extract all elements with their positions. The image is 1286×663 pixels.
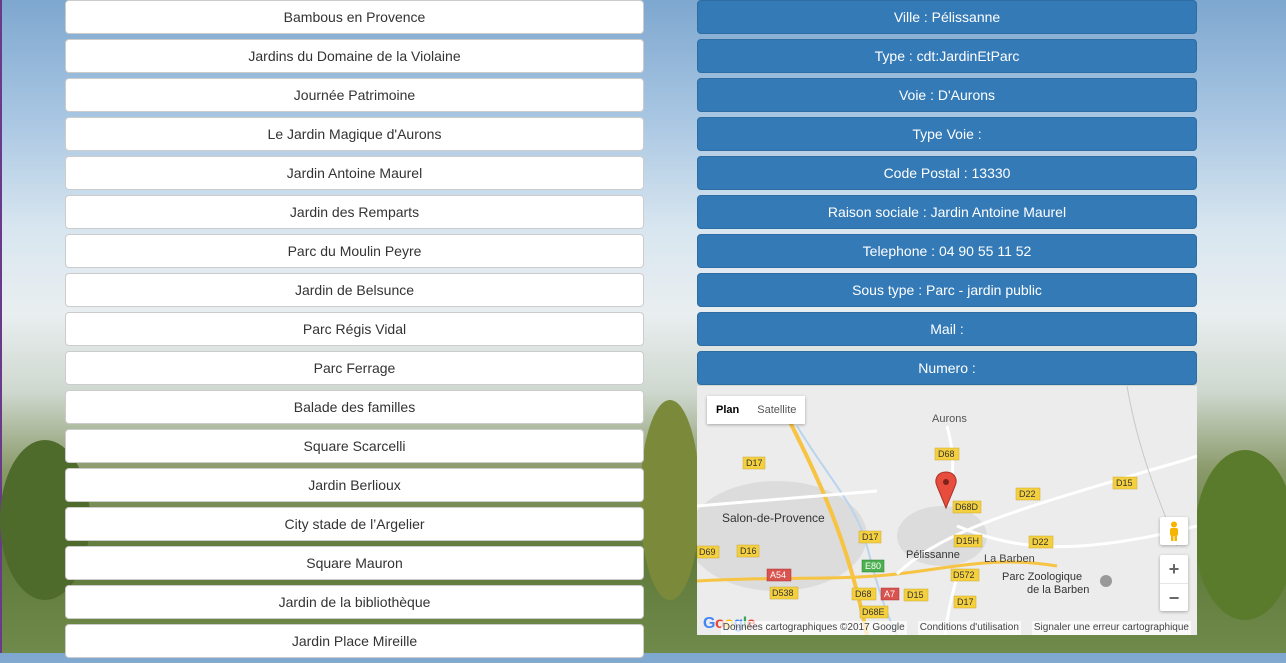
road-label: D17 bbox=[862, 532, 879, 542]
map-report-error-link[interactable]: Signaler une erreur cartographique bbox=[1031, 621, 1191, 635]
zoom-in-button[interactable]: + bbox=[1160, 555, 1188, 583]
road-label: E80 bbox=[865, 561, 881, 571]
road-label: D68 bbox=[938, 449, 955, 459]
garden-item[interactable]: Balade des familles bbox=[65, 390, 644, 424]
garden-item[interactable]: Bambous en Provence bbox=[65, 0, 644, 34]
road-label: D15 bbox=[1116, 478, 1133, 488]
garden-item[interactable]: Jardin de Belsunce bbox=[65, 273, 644, 307]
garden-item[interactable]: Jardin de la bibliothèque bbox=[65, 585, 644, 619]
garden-list: Bambous en Provence Jardins du Domaine d… bbox=[65, 0, 644, 663]
garden-item[interactable]: Parc du Moulin Peyre bbox=[65, 234, 644, 268]
map[interactable]: Aurons Salon-de-Provence Pélissanne La B… bbox=[697, 386, 1197, 635]
map-type-toggle: Plan Satellite bbox=[707, 396, 806, 424]
place-label: de la Barben bbox=[1027, 584, 1089, 596]
road-label: D538 bbox=[772, 588, 794, 598]
road-label: D68 bbox=[855, 589, 872, 599]
zoo-icon bbox=[1100, 575, 1112, 587]
background-tree bbox=[640, 400, 700, 600]
map-terms-link[interactable]: Conditions d'utilisation bbox=[917, 621, 1021, 635]
road-label: D16 bbox=[740, 546, 757, 556]
place-label: Salon-de-Provence bbox=[722, 511, 825, 525]
road-label: A7 bbox=[884, 589, 895, 599]
detail-number[interactable]: Numero : bbox=[697, 351, 1197, 385]
place-label: Pélissanne bbox=[906, 549, 960, 561]
detail-telephone[interactable]: Telephone : 04 90 55 11 52 bbox=[697, 234, 1197, 268]
road-label: D572 bbox=[953, 570, 975, 580]
garden-item[interactable]: Journée Patrimoine bbox=[65, 78, 644, 112]
street-view-pegman-icon[interactable] bbox=[1160, 517, 1188, 545]
garden-item[interactable]: Jardin Berlioux bbox=[65, 468, 644, 502]
background-tree bbox=[1195, 450, 1286, 620]
detail-street-type[interactable]: Type Voie : bbox=[697, 117, 1197, 151]
map-data-attribution: Données cartographiques ©2017 Google bbox=[720, 621, 907, 635]
garden-item[interactable]: City stade de l’Argelier bbox=[65, 507, 644, 541]
detail-city[interactable]: Ville : Pélissanne bbox=[697, 0, 1197, 34]
road-label: D15H bbox=[956, 536, 979, 546]
garden-item[interactable]: Jardin des Remparts bbox=[65, 195, 644, 229]
detail-type[interactable]: Type : cdt:JardinEtParc bbox=[697, 39, 1197, 73]
detail-street[interactable]: Voie : D'Aurons bbox=[697, 78, 1197, 112]
garden-item[interactable]: Square Mauron bbox=[65, 546, 644, 580]
zoom-out-button[interactable]: − bbox=[1160, 583, 1188, 612]
map-type-plan[interactable]: Plan bbox=[707, 396, 748, 424]
zoom-control: + − bbox=[1160, 555, 1188, 611]
window-left-edge bbox=[0, 0, 2, 653]
road-label: D17 bbox=[746, 458, 763, 468]
garden-item[interactable]: Parc Ferrage bbox=[65, 351, 644, 385]
garden-details: Ville : Pélissanne Type : cdt:JardinEtPa… bbox=[697, 0, 1197, 390]
detail-mail[interactable]: Mail : bbox=[697, 312, 1197, 346]
road-label: D17 bbox=[957, 597, 974, 607]
garden-item[interactable]: Jardins du Domaine de la Violaine bbox=[65, 39, 644, 73]
map-footer: Données cartographiques ©2017 Google Con… bbox=[697, 621, 1197, 635]
detail-company-name[interactable]: Raison sociale : Jardin Antoine Maurel bbox=[697, 195, 1197, 229]
garden-item[interactable]: Le Jardin Magique d'Aurons bbox=[65, 117, 644, 151]
road-label: D22 bbox=[1032, 537, 1049, 547]
place-label: Aurons bbox=[932, 413, 967, 425]
road-label: D22 bbox=[1019, 489, 1036, 499]
place-label: Parc Zoologique bbox=[1002, 571, 1082, 583]
map-type-satellite[interactable]: Satellite bbox=[748, 396, 805, 424]
detail-subtype[interactable]: Sous type : Parc - jardin public bbox=[697, 273, 1197, 307]
detail-postal-code[interactable]: Code Postal : 13330 bbox=[697, 156, 1197, 190]
road-label: A54 bbox=[770, 570, 786, 580]
road-label: D15 bbox=[907, 590, 924, 600]
road-label: D68D bbox=[955, 502, 979, 512]
garden-item[interactable]: Parc Régis Vidal bbox=[65, 312, 644, 346]
road-label: D68E bbox=[862, 607, 885, 617]
garden-item[interactable]: Jardin Antoine Maurel bbox=[65, 156, 644, 190]
garden-item[interactable]: Square Scarcelli bbox=[65, 429, 644, 463]
road-label: D69 bbox=[699, 547, 716, 557]
place-label: La Barben bbox=[984, 553, 1035, 565]
